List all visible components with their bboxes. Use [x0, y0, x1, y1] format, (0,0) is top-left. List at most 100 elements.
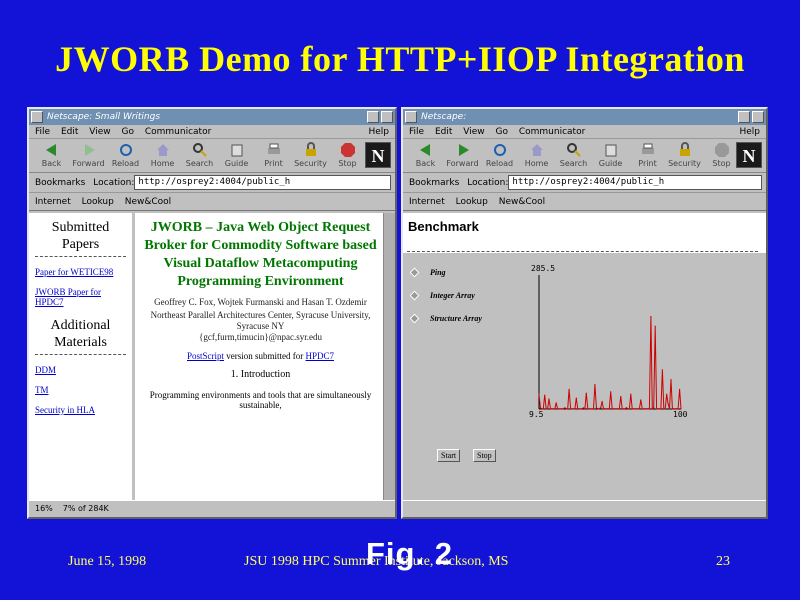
progress-percent: 16% — [35, 504, 53, 513]
netscape-logo-icon[interactable]: N — [736, 142, 762, 168]
reload-icon — [493, 144, 506, 156]
data-point — [624, 408, 626, 410]
back-icon — [45, 144, 56, 156]
start-button[interactable]: Start — [437, 449, 461, 462]
reload-button[interactable]: Reload — [107, 140, 144, 172]
minimize-button[interactable] — [367, 111, 379, 123]
guide-button[interactable]: Guide — [592, 140, 629, 172]
window-menu-icon[interactable] — [405, 111, 417, 123]
minimize-button[interactable] — [738, 111, 750, 123]
window-menu-icon[interactable] — [31, 111, 43, 123]
link-tm[interactable]: TM — [35, 385, 126, 395]
figure-label: Fig. 2 — [366, 536, 453, 571]
reload-button[interactable]: Reload — [481, 140, 518, 172]
security-button[interactable]: Security — [292, 140, 329, 172]
data-point — [660, 408, 662, 410]
data-point — [598, 408, 600, 410]
quicklink-newcool[interactable]: New&Cool — [499, 197, 545, 207]
menu-communicator[interactable]: Communicator — [145, 127, 211, 137]
home-button[interactable]: Home — [144, 140, 181, 172]
data-point — [571, 408, 573, 410]
forward-button[interactable]: Forward — [70, 140, 107, 172]
menu-view[interactable]: View — [463, 127, 484, 137]
home-button[interactable]: Home — [518, 140, 555, 172]
menu-edit[interactable]: Edit — [61, 127, 78, 137]
benchmark-applet: Benchmark Ping Integer Array Structure A… — [403, 213, 766, 500]
data-point — [654, 325, 656, 327]
menu-file[interactable]: File — [409, 127, 424, 137]
netscape-logo-icon[interactable]: N — [365, 142, 391, 168]
menu-file[interactable]: File — [35, 127, 50, 137]
menu-edit[interactable]: Edit — [435, 127, 452, 137]
benchmark-chart: 285.5 9.5 100 — [529, 264, 688, 419]
document-frame: JWORB – Java Web Object Request Broker f… — [138, 213, 383, 500]
window-titlebar[interactable]: Netscape: Small Writings — [29, 109, 395, 125]
quicklink-internet[interactable]: Internet — [35, 197, 71, 207]
quicklink-lookup[interactable]: Lookup — [456, 197, 488, 207]
home-icon — [530, 144, 543, 156]
print-button[interactable]: Print — [255, 140, 292, 172]
url-input[interactable]: http://osprey2:4004/public_h — [508, 175, 762, 190]
search-button[interactable]: Search — [555, 140, 592, 172]
menu-help[interactable]: Help — [739, 125, 760, 139]
security-button[interactable]: Security — [666, 140, 703, 172]
option-structure-array[interactable]: Structure Array — [409, 313, 482, 324]
menu-help[interactable]: Help — [368, 125, 389, 139]
print-button[interactable]: Print — [629, 140, 666, 172]
document-emails: {gcf,furm,timucin}@npac.syr.edu — [199, 332, 322, 342]
link-security-in-hla[interactable]: Security in HLA — [35, 405, 126, 415]
hpdc7-link[interactable]: HPDC7 — [306, 351, 335, 361]
data-point — [581, 408, 583, 410]
stop-benchmark-button[interactable]: Stop — [473, 449, 496, 462]
quicklink-internet[interactable]: Internet — [409, 197, 445, 207]
option-ping[interactable]: Ping — [409, 267, 446, 278]
menu-go[interactable]: Go — [495, 127, 507, 137]
quicklink-newcool[interactable]: New&Cool — [125, 197, 171, 207]
stop-icon — [714, 143, 729, 157]
data-point — [643, 408, 645, 410]
quicklink-lookup[interactable]: Lookup — [82, 197, 114, 207]
data-point — [625, 407, 628, 409]
url-input[interactable]: http://osprey2:4004/public_h — [134, 175, 391, 190]
data-point — [651, 408, 653, 410]
data-point — [617, 408, 619, 410]
window-titlebar[interactable]: Netscape: — [403, 109, 766, 125]
navigation-toolbar: Back Forward Reload Home Search Guide Pr… — [403, 139, 766, 173]
option-integer-array[interactable]: Integer Array — [409, 290, 475, 301]
menu-go[interactable]: Go — [121, 127, 133, 137]
link-ddm[interactable]: DDM — [35, 365, 126, 375]
location-label: Location: — [467, 177, 509, 188]
y-bottom-label: 9.5 — [529, 410, 544, 419]
benchmark-heading: Benchmark — [408, 219, 479, 234]
bookmarks-button[interactable]: Bookmarks — [35, 178, 85, 188]
back-button[interactable]: Back — [407, 140, 444, 172]
guide-button[interactable]: Guide — [218, 140, 255, 172]
forward-icon — [84, 144, 95, 156]
vertical-scrollbar[interactable] — [383, 213, 395, 500]
link-jworb-paper-hpdc7[interactable]: JWORB Paper for HPDC7 — [35, 287, 126, 307]
data-point — [548, 398, 550, 400]
maximize-button[interactable] — [381, 111, 393, 123]
menu-view[interactable]: View — [89, 127, 110, 137]
data-point — [584, 408, 586, 410]
data-point — [613, 408, 615, 410]
search-button[interactable]: Search — [181, 140, 218, 172]
radio-diamond-icon — [409, 313, 420, 324]
stop-button[interactable]: Stop — [329, 140, 366, 172]
link-paper-wetice98[interactable]: Paper for WETICE98 — [35, 267, 126, 277]
back-button[interactable]: Back — [33, 140, 70, 172]
data-point — [676, 408, 678, 410]
maximize-button[interactable] — [752, 111, 764, 123]
page-content: Submitted Papers Paper for WETICE98 JWOR… — [29, 213, 395, 500]
window-title: Netscape: Small Writings — [47, 112, 161, 122]
postscript-link[interactable]: PostScript — [187, 351, 224, 361]
data-point — [605, 408, 607, 410]
stop-button[interactable]: Stop — [703, 140, 740, 172]
data-point — [567, 408, 569, 410]
bookmarks-button[interactable]: Bookmarks — [409, 178, 459, 188]
document-affiliation: Northeast Parallel Architectures Center,… — [150, 310, 371, 331]
menu-communicator[interactable]: Communicator — [519, 127, 585, 137]
data-point — [582, 407, 585, 409]
forward-button[interactable]: Forward — [444, 140, 481, 172]
data-point — [551, 408, 553, 410]
